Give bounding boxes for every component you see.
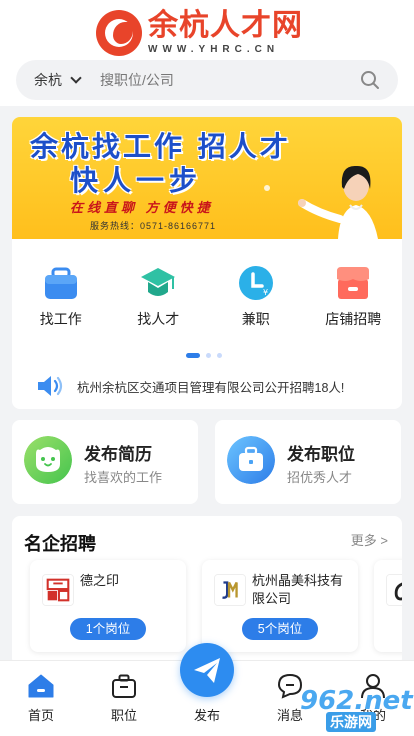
quick-link-label: 兼职 (241, 311, 270, 327)
city-selector[interactable]: 余杭 (34, 70, 62, 90)
store-icon (337, 267, 370, 299)
brand-name: 余杭人才网 (148, 8, 303, 43)
quick-link-label: 找人才 (137, 311, 180, 327)
company-card[interactable] (374, 560, 402, 652)
publish-resume-subtitle: 找喜欢的工作 (84, 470, 163, 485)
publish-job-subtitle: 招优秀人才 (287, 470, 353, 485)
quick-link-part-time[interactable]: ¥ 兼职 (207, 265, 305, 335)
section-title: 名企招聘 (24, 534, 96, 554)
nav-label: 首页 (27, 708, 54, 723)
banner-tagline: 在线直聊 方便快捷 (70, 200, 214, 215)
notice-bar[interactable]: 杭州余杭区交通项目管理有限公司公开招聘18人! (36, 373, 392, 399)
publish-button[interactable] (180, 643, 234, 697)
brand-logo: 余杭人才网 WWW.YHRC.CN (96, 8, 320, 58)
quick-link-find-talent[interactable]: 找人才 (110, 265, 208, 335)
app-header: 余杭人才网 WWW.YHRC.CN 余杭 (0, 0, 414, 106)
publish-job-card[interactable]: 发布职位 招优秀人才 (215, 420, 401, 504)
banner-person-image (298, 165, 378, 239)
publish-resume-card[interactable]: 发布简历 找喜欢的工作 (12, 420, 198, 504)
quick-link-store-hiring[interactable]: 店铺招聘 (305, 265, 403, 335)
home-icon (28, 674, 54, 698)
quick-links: 找工作 找人才 ¥ 兼职 店铺招聘 (12, 265, 402, 335)
quick-link-label: 找工作 (39, 311, 82, 327)
watermark: 962.net 乐游网 (300, 686, 413, 732)
pager-dot-active[interactable] (186, 353, 200, 358)
face-icon (24, 436, 72, 484)
briefcase-icon (227, 436, 275, 484)
publish-label: 发布 (193, 708, 220, 723)
briefcase-icon (112, 674, 136, 698)
home-card: 余杭找工作 招人才 快人一步 在线直聊 方便快捷 服务热线：0571-86166… (12, 117, 402, 409)
nav-jobs[interactable]: 职位 (84, 661, 164, 736)
brand-url: WWW.YHRC.CN (148, 44, 280, 55)
speaker-icon (38, 376, 63, 396)
graduation-cap-icon (141, 268, 176, 296)
more-link[interactable]: 更多 > (351, 530, 388, 549)
company-name: 杭州晶美科技有限公司 (252, 573, 344, 606)
nav-home[interactable]: 首页 (1, 661, 81, 736)
pager-dot[interactable] (206, 353, 211, 358)
chevron-down-icon[interactable] (70, 74, 82, 86)
banner-hotline: 服务热线：0571-86166771 (90, 221, 217, 231)
company-card[interactable]: 杭州晶美科技有限公司 5个岗位 (202, 560, 358, 652)
carousel-pager (186, 353, 228, 358)
company-logo (42, 574, 74, 606)
notice-text: 杭州余杭区交通项目管理有限公司公开招聘18人! (77, 380, 345, 395)
search-input[interactable] (100, 72, 340, 88)
company-logo (386, 574, 402, 606)
company-logo (214, 574, 246, 606)
nav-label: 职位 (110, 708, 137, 723)
search-icon[interactable] (360, 70, 380, 90)
pager-dot[interactable] (217, 353, 222, 358)
company-card[interactable]: 德之印 1个岗位 (30, 560, 186, 652)
watermark-name: 乐游网 (326, 712, 376, 732)
promo-banner[interactable]: 余杭找工作 招人才 快人一步 在线直聊 方便快捷 服务热线：0571-86166… (12, 117, 402, 239)
quick-link-find-job[interactable]: 找工作 (12, 265, 110, 335)
company-name: 德之印 (80, 573, 120, 588)
brand-logo-mark (96, 10, 142, 56)
job-count-badge[interactable]: 1个岗位 (70, 618, 146, 640)
job-count-badge[interactable]: 5个岗位 (242, 618, 318, 640)
svg-text:¥: ¥ (263, 288, 268, 297)
publish-resume-title: 发布简历 (84, 445, 152, 464)
banner-sparkle (264, 185, 270, 191)
clock-icon: ¥ (238, 266, 273, 300)
paper-plane-icon (194, 658, 220, 683)
publish-job-title: 发布职位 (287, 445, 355, 464)
banner-slogan: 快人一步 (70, 164, 203, 197)
quick-link-label: 店铺招聘 (325, 311, 382, 327)
briefcase-icon (44, 267, 77, 299)
search-bar: 余杭 (16, 60, 398, 100)
